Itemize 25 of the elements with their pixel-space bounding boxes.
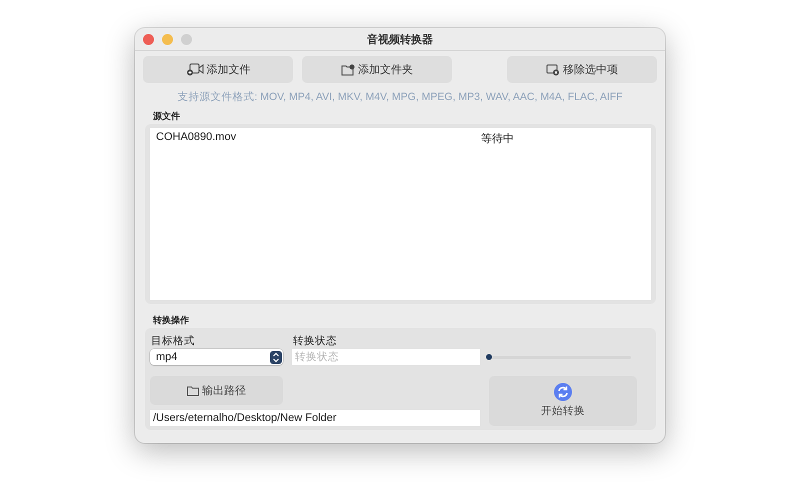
close-button[interactable] (143, 34, 154, 44)
refresh-icon (554, 383, 572, 401)
formats-hint: 支持源文件格式: MOV, MP4, AVI, MKV, M4V, MPG, MPEG, MP3, WAV, AAC, M4A, FLAC, AIFF (176, 90, 624, 104)
output-path-button[interactable]: 输出路径 (150, 376, 283, 405)
toolbar-button[interactable]: 添加文件夹 (302, 56, 452, 83)
window-title: 音视频转换器 (367, 32, 433, 46)
folder-add-icon (341, 64, 355, 76)
group-label: 转换操作 (153, 314, 190, 327)
video-add-icon (186, 63, 204, 76)
file-name[interactable]: COHA0890.mov (156, 131, 481, 146)
field-label: 目标格式 (150, 334, 196, 348)
format-select[interactable]: mp4 (150, 349, 283, 365)
toolbar-button[interactable]: 移除选中项 (507, 56, 657, 83)
folder-icon (187, 386, 199, 396)
file-status: 等待中 (481, 132, 514, 146)
zoom-button[interactable] (181, 34, 192, 44)
group-label: 源文件 (153, 110, 181, 123)
field-label: 转换状态 (292, 334, 338, 348)
minimize-button[interactable] (162, 34, 173, 44)
status-field[interactable]: 转换状态 (292, 349, 480, 365)
remove-icon (546, 64, 560, 76)
stepper-icon (270, 350, 282, 364)
toolbar-button[interactable]: 添加文件 (143, 56, 293, 83)
output-path-field[interactable]: /Users/eternalho/Desktop/New Folder (150, 410, 480, 426)
start-button[interactable]: 开始转换 (489, 376, 637, 426)
